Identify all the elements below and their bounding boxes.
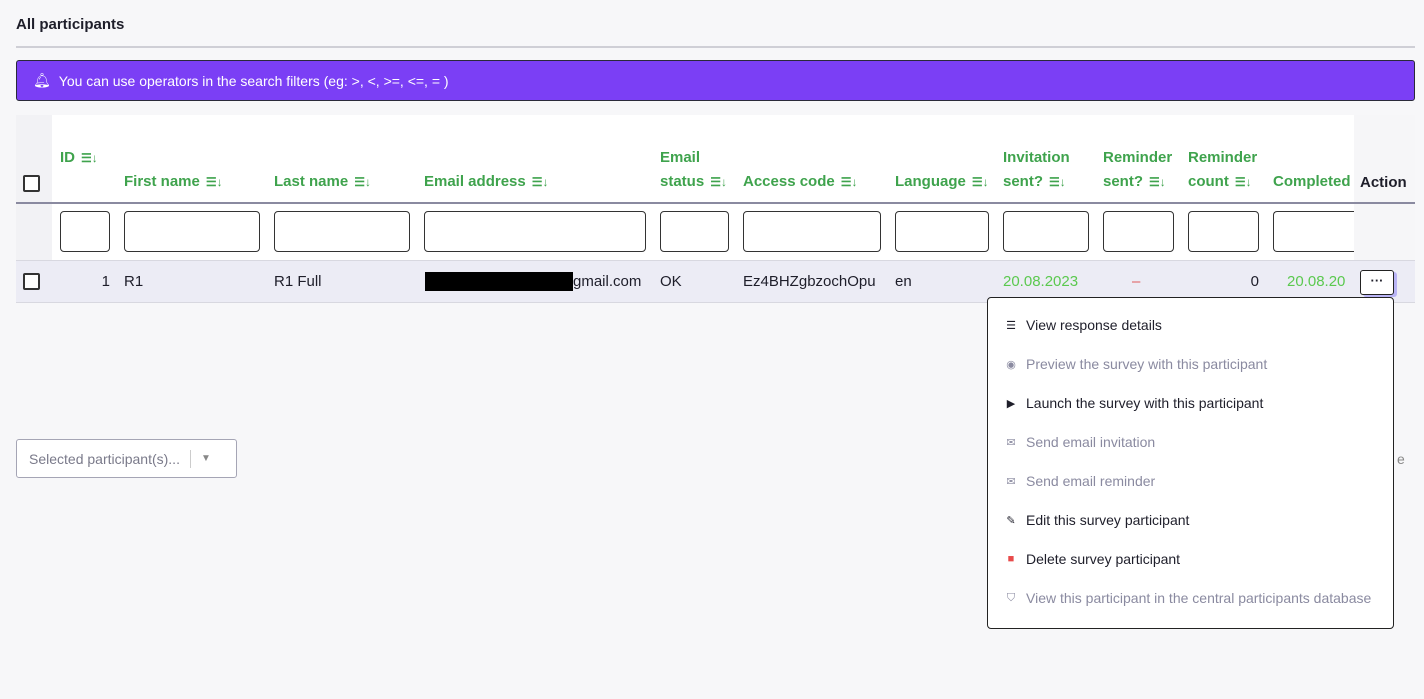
list-icon: ☰ — [1006, 319, 1016, 332]
cell-language: en — [895, 273, 912, 290]
selected-participants-dropdown[interactable]: Selected participant(s)... ▼ — [16, 439, 237, 478]
col-id[interactable]: ID ☰↓ — [60, 146, 98, 170]
cell-invitation: 20.08.2023 — [1003, 273, 1079, 290]
col-email-status[interactable]: Email status ☰↓ — [660, 146, 727, 194]
cell-last-name: R1 Full — [274, 273, 322, 290]
col-action: Action — [1360, 174, 1407, 191]
cell-id: 1 — [101, 273, 110, 290]
dropdown-label: Selected participant(s)... — [29, 450, 180, 467]
filter-invitation[interactable] — [1003, 211, 1089, 252]
play-icon: ▶ — [1006, 397, 1016, 410]
sort-icon[interactable]: ☰↓ — [1149, 175, 1166, 189]
col-access-code[interactable]: Access code ☰↓ — [743, 146, 858, 194]
shield-user-icon: ⛉ — [1006, 591, 1016, 604]
chevron-down-icon: ▼ — [200, 453, 211, 464]
filter-completed[interactable] — [1273, 211, 1354, 252]
redacted-block — [425, 272, 573, 291]
filter-email-status[interactable] — [660, 211, 729, 252]
filter-id[interactable] — [60, 211, 110, 252]
sort-icon[interactable]: ☰↓ — [1235, 175, 1252, 189]
menu-item-send-invitation[interactable]: ✉ Send email invitation — [1004, 434, 1155, 450]
cell-email-status: OK — [660, 273, 682, 290]
col-language[interactable]: Language ☰↓ — [895, 146, 989, 194]
filter-last-name[interactable] — [274, 211, 410, 252]
cell-access-code: Ez4BHZgbzochOpu — [743, 273, 876, 290]
menu-item-edit[interactable]: ✎ Edit this survey participant — [1004, 512, 1189, 528]
filter-access-code[interactable] — [743, 211, 881, 252]
row-action-button[interactable]: ··· — [1360, 270, 1394, 295]
cell-reminder-count: 0 — [1250, 273, 1259, 290]
col-email[interactable]: Email address ☰↓ — [424, 146, 548, 194]
bell-icon: 🔔︎ — [33, 72, 51, 88]
col-last-name[interactable]: Last name ☰↓ — [274, 146, 371, 194]
trash-icon: ■ — [1007, 553, 1015, 565]
sort-icon[interactable]: ☰↓ — [710, 175, 727, 189]
alert-text: You can use operators in the search filt… — [58, 72, 449, 89]
col-first-name[interactable]: First name ☰↓ — [124, 146, 223, 194]
sort-icon[interactable]: ☰↓ — [354, 175, 371, 189]
sort-icon[interactable]: ☰↓ — [841, 175, 858, 189]
sort-icon[interactable]: ☰↓ — [206, 175, 223, 189]
select-all-checkbox[interactable] — [23, 175, 40, 192]
sort-icon[interactable]: ☰↓ — [972, 175, 989, 189]
menu-item-preview[interactable]: ◉ Preview the survey with this participan… — [1004, 356, 1267, 372]
filter-language[interactable] — [895, 211, 989, 252]
col-completed[interactable]: Completed — [1273, 146, 1354, 194]
page-title: All participants — [16, 16, 125, 33]
cell-email: gmail.com — [573, 273, 642, 290]
pencil-icon: ✎ — [1006, 514, 1016, 527]
filter-first-name[interactable] — [124, 211, 260, 252]
filter-reminder-sent[interactable] — [1103, 211, 1174, 252]
row-checkbox[interactable] — [23, 273, 40, 290]
mail-send-icon: ✉ — [1006, 436, 1016, 449]
menu-item-delete[interactable]: ■ Delete survey participant — [1004, 551, 1180, 567]
menu-item-central-db[interactable]: ⛉ View this participant in the central pa… — [1004, 590, 1371, 606]
cell-completed: 20.08.20 — [1287, 273, 1346, 290]
menu-item-launch[interactable]: ▶ Launch the survey with this participant — [1004, 395, 1264, 411]
sort-icon[interactable]: ☰↓ — [1049, 175, 1066, 189]
divider — [16, 46, 1415, 48]
partial-text: e — [1397, 451, 1405, 467]
col-reminder-sent[interactable]: Reminder sent? ☰↓ — [1103, 146, 1172, 194]
filter-email[interactable] — [424, 211, 646, 252]
menu-item-view-response[interactable]: ☰ View response details — [1004, 317, 1162, 333]
col-invitation-sent[interactable]: Invitation sent? ☰↓ — [1003, 146, 1070, 194]
sort-icon[interactable]: ☰↓ — [532, 175, 549, 189]
eye-icon: ◉ — [1006, 358, 1016, 371]
cell-reminder-sent: – — [1132, 273, 1141, 290]
filter-reminder-count[interactable] — [1188, 211, 1259, 252]
header-divider — [16, 202, 1415, 204]
info-alert: 🔔︎ You can use operators in the search f… — [16, 60, 1415, 101]
cell-first-name: R1 — [124, 273, 144, 290]
row-action-menu: ☰ View response details ◉ Preview the surv… — [987, 297, 1394, 629]
mail-send-icon: ✉ — [1006, 475, 1016, 488]
sort-icon[interactable]: ☰↓ — [81, 151, 98, 165]
menu-item-send-reminder[interactable]: ✉ Send email reminder — [1004, 473, 1155, 489]
col-reminder-count[interactable]: Reminder count ☰↓ — [1188, 146, 1257, 194]
